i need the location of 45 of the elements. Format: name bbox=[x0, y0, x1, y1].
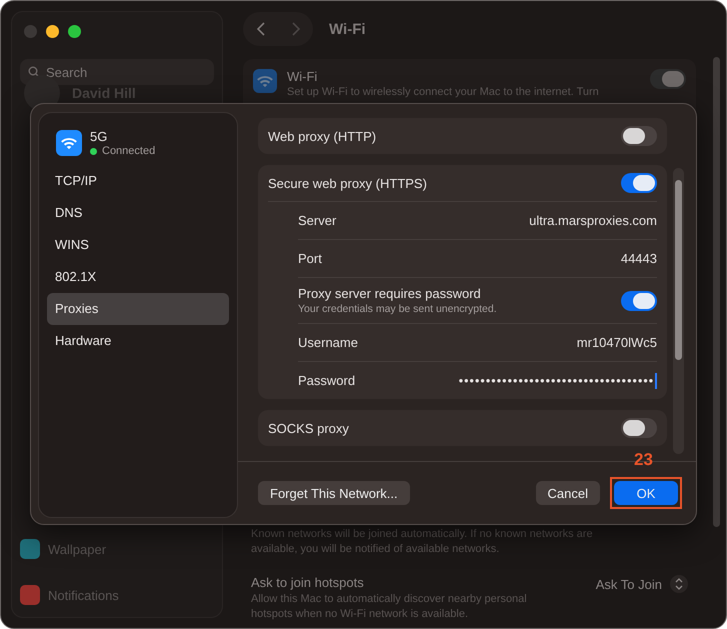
input-field[interactable]: 44443 bbox=[620, 251, 657, 266]
forget-network-button[interactable]: Forget This Network... bbox=[258, 481, 410, 505]
input-field[interactable]: ultra.marsproxies.com bbox=[529, 213, 657, 228]
field-label: Password bbox=[298, 373, 356, 388]
zoom-button[interactable] bbox=[68, 25, 81, 38]
setting-title: Ask to join hotspots bbox=[251, 575, 365, 590]
proxy-label: SOCKS proxy bbox=[268, 420, 349, 436]
sidebar-tab[interactable]: WINS bbox=[47, 229, 229, 261]
field-label: Server bbox=[298, 213, 336, 228]
setting-description: Set up Wi-Fi to wirelessly connect your Mac to the internet. Turn bbox=[287, 86, 600, 98]
toggle-switch[interactable] bbox=[621, 173, 657, 193]
input-field[interactable]: mr10470lWc5 bbox=[576, 335, 657, 350]
wifi-icon bbox=[56, 130, 82, 156]
ok-button[interactable]: OK bbox=[614, 481, 678, 505]
annotation-number: 23 bbox=[634, 450, 653, 470]
scrollbar[interactable] bbox=[713, 57, 720, 527]
toggle-switch[interactable] bbox=[621, 126, 657, 146]
search-placeholder: Search bbox=[46, 64, 88, 80]
network-status: Connected bbox=[102, 145, 156, 157]
sidebar-tab[interactable]: Proxies bbox=[47, 293, 229, 325]
search-icon bbox=[28, 66, 40, 78]
field-label: Username bbox=[298, 335, 358, 350]
sidebar-tab[interactable]: 802.1X bbox=[47, 261, 229, 293]
sidebar-tab[interactable]: TCP/IP bbox=[47, 165, 229, 197]
cancel-button[interactable]: Cancel bbox=[536, 481, 600, 505]
proxy-label: Web proxy (HTTP) bbox=[268, 128, 376, 144]
scrollbar[interactable] bbox=[673, 168, 684, 454]
sidebar-tab[interactable]: DNS bbox=[47, 197, 229, 229]
field-label: Proxy server requires password bbox=[298, 286, 482, 301]
field-label: Port bbox=[298, 251, 322, 266]
network-name: 5G bbox=[90, 129, 108, 144]
proxy-label: Secure web proxy (HTTPS) bbox=[268, 176, 427, 190]
popup-button[interactable]: Ask To Join bbox=[596, 575, 688, 593]
setting-title: Wi-Fi bbox=[287, 69, 318, 84]
setting-description: Allow this Mac to automatically discover nearby personal hotspots when no Wi-Fi network is available. bbox=[251, 592, 528, 622]
toggle-switch[interactable] bbox=[621, 418, 657, 438]
wifi-icon bbox=[253, 69, 277, 93]
toggle-switch[interactable] bbox=[650, 69, 686, 89]
stepper-icon bbox=[670, 575, 688, 593]
minimize-button[interactable] bbox=[46, 25, 59, 38]
field-note: Your credentials may be sent unencrypted. bbox=[298, 303, 497, 315]
toggle-switch[interactable] bbox=[621, 290, 657, 310]
password-field[interactable]: ●●●●●●●●●●●●●●●●●●●●●●●●●●●●●●●●●●●● bbox=[458, 372, 657, 388]
window-title: Wi-Fi bbox=[329, 20, 366, 38]
sidebar-tab[interactable]: Hardware bbox=[47, 325, 229, 357]
